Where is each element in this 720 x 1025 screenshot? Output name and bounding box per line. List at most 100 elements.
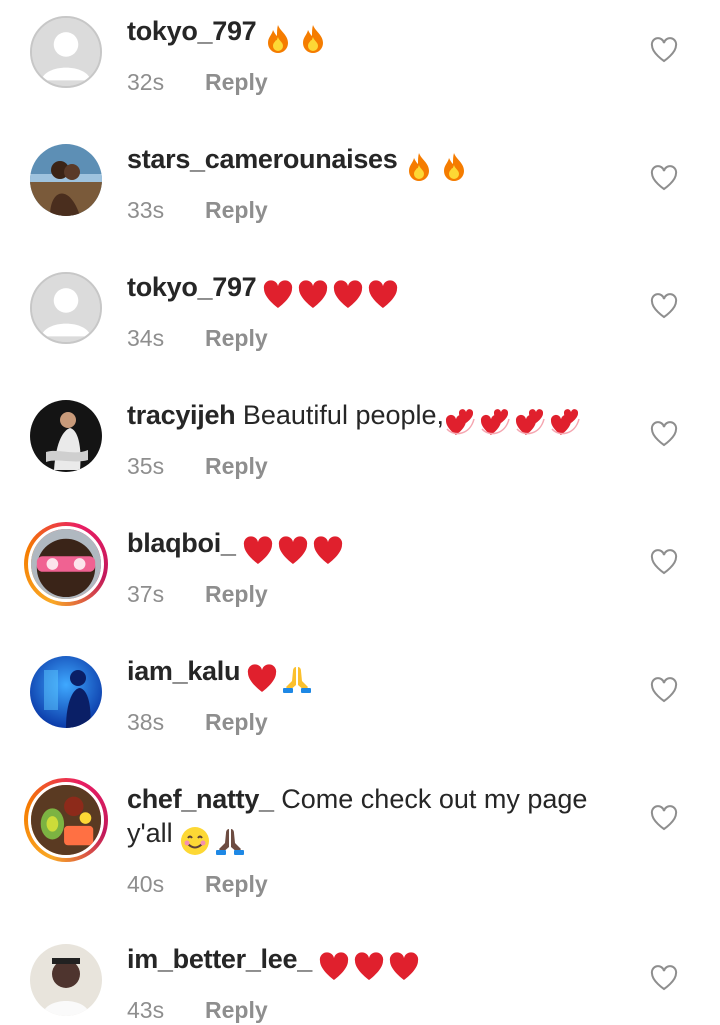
reply-button[interactable]: Reply: [205, 997, 268, 1023]
red-heart-icon: [297, 279, 329, 311]
username[interactable]: tokyo_797: [127, 16, 257, 46]
profile-photo: [31, 785, 101, 855]
comment-meta: 34s Reply: [127, 323, 627, 353]
timestamp: 43s: [127, 996, 165, 1023]
username[interactable]: blaqboi_: [127, 528, 236, 558]
comment-meta: 38s Reply: [127, 707, 627, 737]
reply-button[interactable]: Reply: [205, 453, 268, 479]
like-heart-icon[interactable]: [650, 805, 678, 831]
red-heart-icon: [242, 535, 274, 567]
fire-icon: [438, 151, 470, 183]
username[interactable]: chef_natty_: [127, 784, 274, 814]
fire-icon: [403, 151, 435, 183]
comment-text: tokyo_797: [127, 14, 627, 55]
fire-icon: [262, 23, 294, 55]
comment-meta: 33s Reply: [127, 195, 627, 225]
timestamp: 33s: [127, 196, 165, 223]
comment-message: Beautiful people,: [242, 400, 445, 430]
revolving-hearts-icon: [444, 407, 476, 439]
comment-meta: 43s Reply: [127, 995, 627, 1025]
like-heart-icon[interactable]: [650, 965, 678, 991]
red-heart-icon: [318, 951, 350, 983]
username[interactable]: tokyo_797: [127, 272, 257, 302]
revolving-hearts-icon: [549, 407, 581, 439]
profile-photo: [30, 400, 102, 472]
avatar[interactable]: [30, 144, 102, 216]
timestamp: 34s: [127, 324, 165, 351]
username[interactable]: iam_kalu: [127, 656, 240, 686]
emoji-group: [246, 660, 316, 695]
avatar: [28, 782, 104, 858]
red-heart-icon: [246, 663, 278, 695]
reply-button[interactable]: Reply: [205, 197, 268, 223]
comment-text: tokyo_797: [127, 270, 627, 311]
red-heart-icon: [277, 535, 309, 567]
comment-meta: 40s Reply: [127, 869, 627, 899]
folded-hands-icon: [281, 663, 313, 695]
fire-icon: [297, 23, 329, 55]
like-heart-icon[interactable]: [650, 677, 678, 703]
default-avatar-icon: [32, 18, 100, 86]
avatar-story-ring[interactable]: [24, 778, 108, 862]
emoji-group: [444, 404, 584, 439]
avatar[interactable]: [30, 272, 102, 344]
avatar[interactable]: [30, 16, 102, 88]
like-heart-icon[interactable]: [650, 421, 678, 447]
profile-photo: [31, 529, 101, 599]
comment-body: iam_kalu 38s Reply: [127, 654, 627, 737]
username[interactable]: tracyijeh: [127, 400, 236, 430]
like-heart-icon[interactable]: [650, 37, 678, 63]
avatar: [28, 526, 104, 602]
comment-body: im_better_lee_ 43s Reply: [127, 942, 627, 1025]
timestamp: 38s: [127, 708, 165, 735]
comment-body: tracyijeh Beautiful people, 35s Reply: [127, 398, 627, 481]
like-heart-icon[interactable]: [650, 549, 678, 575]
timestamp: 32s: [127, 68, 165, 95]
reply-button[interactable]: Reply: [205, 709, 268, 735]
comment-text: stars_camerounaises: [127, 142, 627, 183]
comment-body: tokyo_797 32s Reply: [127, 14, 627, 97]
red-heart-icon: [262, 279, 294, 311]
like-heart-icon[interactable]: [650, 165, 678, 191]
like-heart-icon[interactable]: [650, 293, 678, 319]
avatar-story-ring[interactable]: [24, 522, 108, 606]
timestamp: 35s: [127, 452, 165, 479]
folded-hands-icon: [214, 825, 246, 857]
reply-button[interactable]: Reply: [205, 871, 268, 897]
comment-text: iam_kalu: [127, 654, 627, 695]
comment-body: tokyo_797 34s Reply: [127, 270, 627, 353]
emoji-group: [262, 20, 332, 55]
emoji-group: [403, 148, 473, 183]
profile-photo: [30, 944, 102, 1016]
emoji-group: [179, 822, 249, 857]
username[interactable]: im_better_lee_: [127, 944, 312, 974]
reply-button[interactable]: Reply: [205, 69, 268, 95]
red-heart-icon: [367, 279, 399, 311]
emoji-group: [242, 532, 347, 567]
comment-meta: 35s Reply: [127, 451, 627, 481]
avatar[interactable]: [30, 656, 102, 728]
comment-text: blaqboi_: [127, 526, 627, 567]
reply-button[interactable]: Reply: [205, 581, 268, 607]
comment-text: chef_natty_ Come check out my page y'all: [127, 782, 627, 857]
default-avatar-icon: [32, 274, 100, 342]
username[interactable]: stars_camerounaises: [127, 144, 398, 174]
comment-meta: 37s Reply: [127, 579, 627, 609]
red-heart-icon: [312, 535, 344, 567]
profile-photo: [30, 144, 102, 216]
profile-photo: [30, 656, 102, 728]
comment-body: stars_camerounaises 33s Reply: [127, 142, 627, 225]
avatar[interactable]: [30, 944, 102, 1016]
comment-body: chef_natty_ Come check out my page y'all…: [127, 782, 627, 899]
timestamp: 40s: [127, 870, 165, 897]
red-heart-icon: [332, 279, 364, 311]
comment-meta: 32s Reply: [127, 67, 627, 97]
revolving-hearts-icon: [514, 407, 546, 439]
comment-text: tracyijeh Beautiful people,: [127, 398, 627, 439]
red-heart-icon: [388, 951, 420, 983]
red-heart-icon: [353, 951, 385, 983]
emoji-group: [262, 276, 402, 311]
reply-button[interactable]: Reply: [205, 325, 268, 351]
emoji-group: [318, 948, 423, 983]
avatar[interactable]: [30, 400, 102, 472]
